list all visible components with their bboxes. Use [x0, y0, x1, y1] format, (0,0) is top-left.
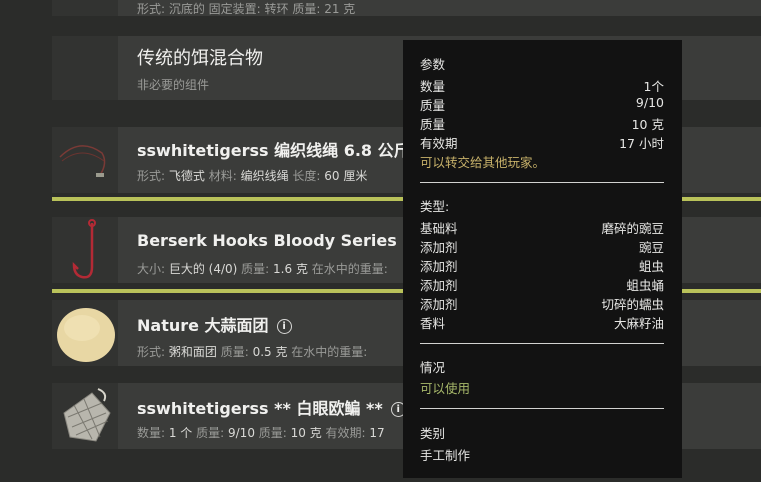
item-subtitle: 大小: 巨大的 (4/0) 质量: 1.6 克 在水中的重量: — [137, 262, 388, 276]
type-value: 蛆虫 — [638, 259, 664, 274]
transfer-note: 可以转交给其他玩家。 — [420, 155, 546, 170]
param-label: 质量 — [420, 117, 446, 132]
param-label: 数量 — [420, 79, 446, 94]
type-label: 添加剂 — [420, 259, 458, 274]
divider — [420, 182, 664, 183]
divider — [420, 408, 664, 409]
type-label: 添加剂 — [420, 297, 458, 312]
item-thumbnail — [52, 0, 118, 16]
status-header: 情况 — [420, 360, 446, 375]
type-label: 基础料 — [420, 221, 458, 236]
category-value: 手工制作 — [420, 448, 471, 463]
item-title: Berserk Hooks Bloody Series S4 — [137, 231, 425, 250]
item-subtitle: 数量: 1 个 质量: 9/10 质量: 10 克 有效期: 17 — [137, 426, 385, 440]
dough-ball-icon — [57, 308, 115, 362]
params-header: 参数 — [420, 57, 446, 72]
type-value: 切碎的蠕虫 — [601, 297, 664, 312]
type-label: 添加剂 — [420, 240, 458, 255]
item-subtitle: 形式: 飞德式 材料: 编织线绳 长度: 60 厘米 — [137, 169, 368, 183]
category-header: 类别 — [420, 426, 446, 441]
type-value: 磨碎的豌豆 — [601, 221, 664, 236]
bait-bag-icon — [63, 388, 111, 442]
param-label: 质量 — [420, 98, 446, 113]
item-tooltip: 参数 数量 1个 质量 9/10 质量 10 克 有效期 17 小时 可以转交给… — [403, 40, 682, 478]
item-thumbnail — [52, 383, 118, 449]
info-icon[interactable]: i — [276, 319, 292, 334]
list-item-top-partial[interactable]: 形式: 沉底的 固定装置: 转环 质量: 21 克 — [52, 0, 761, 16]
sinker-icon — [52, 0, 118, 16]
param-value: 1个 — [643, 79, 664, 94]
type-header: 类型: — [420, 199, 450, 214]
type-value: 蛆虫蛹 — [626, 278, 664, 293]
item-title: 传统的饵混合物 — [137, 48, 263, 69]
item-subtitle: 形式: 沉底的 固定装置: 转环 质量: 21 克 — [137, 2, 356, 16]
param-value: 10 克 — [631, 117, 664, 132]
divider — [420, 343, 664, 344]
param-value: 9/10 — [635, 95, 664, 110]
item-title: Nature 大蒜面团 i — [137, 312, 292, 336]
status-value: 可以使用 — [420, 381, 471, 396]
item-subtitle: 形式: 粥和面团 质量: 0.5 克 在水中的重量: — [137, 345, 368, 359]
fishing-line-icon — [59, 145, 106, 177]
param-value: 17 小时 — [619, 136, 664, 151]
param-label: 有效期 — [420, 136, 458, 151]
item-thumbnail — [52, 217, 118, 283]
type-label: 添加剂 — [420, 278, 458, 293]
type-label: 香料 — [420, 316, 446, 331]
hook-icon — [72, 219, 96, 279]
empty-slot — [52, 36, 118, 100]
item-title: sswhitetigerss ** 白眼欧鳊 ** i — [137, 395, 406, 419]
item-thumbnail — [52, 300, 118, 366]
type-value: 豌豆 — [638, 240, 664, 255]
item-title: sswhitetigerss 编织线绳 6.8 公斤 — [137, 141, 410, 160]
type-value: 大麻籽油 — [613, 316, 664, 331]
item-subtitle: 非必要的组件 — [137, 78, 210, 92]
item-thumbnail — [52, 127, 118, 193]
